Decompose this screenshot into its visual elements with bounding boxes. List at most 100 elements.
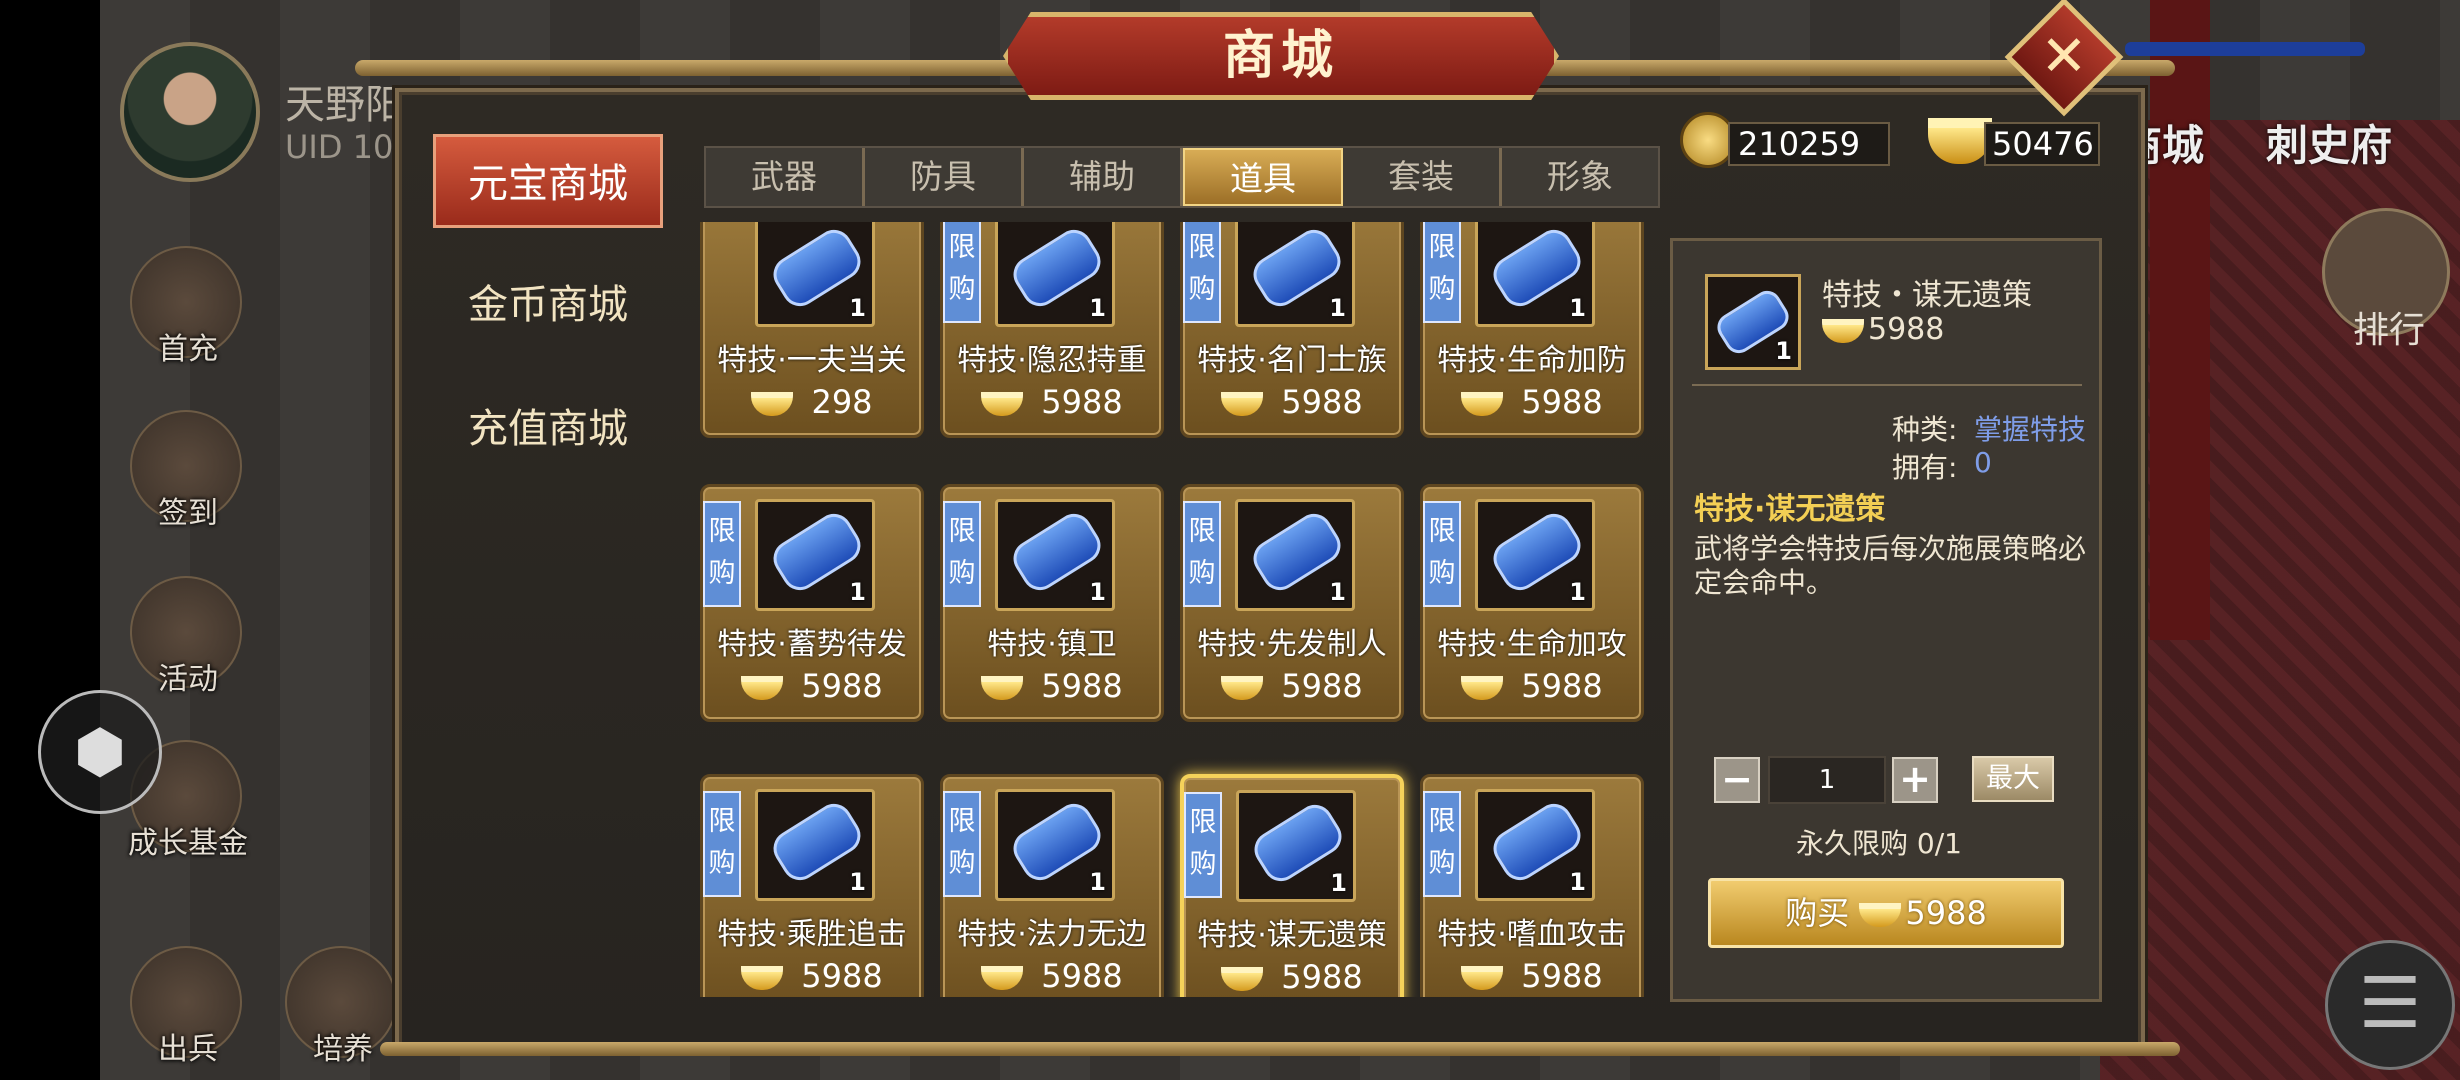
- ranking-label: 排行: [2352, 310, 2425, 351]
- first-charge-button[interactable]: 首充: [130, 246, 242, 367]
- detail-item-image: 1: [1705, 274, 1801, 370]
- item-qty: 1: [1329, 294, 1346, 322]
- dispatch-button[interactable]: 出兵: [130, 946, 242, 1067]
- item-card[interactable]: 1 限购特技·名门士族 5988: [1180, 222, 1404, 438]
- limited-tag: 限购: [1423, 501, 1461, 607]
- decrease-button[interactable]: −: [1714, 757, 1760, 803]
- item-price-value: 5988: [1521, 957, 1603, 995]
- quantity-input[interactable]: 1: [1768, 756, 1886, 804]
- dialog-title: 商城: [1222, 26, 1339, 86]
- event-button[interactable]: 活动: [130, 576, 242, 697]
- tab-sets[interactable]: 套装: [1343, 148, 1502, 206]
- item-card[interactable]: 1 限购特技·乘胜追击 5988: [700, 774, 924, 997]
- game-screen: { "player": {"name": "天野阳", "uid": "UID …: [0, 0, 2460, 1080]
- limited-tag: 限购: [943, 501, 981, 607]
- item-price: 5988: [1183, 667, 1401, 705]
- menu-icon[interactable]: ☰: [2325, 940, 2455, 1070]
- black-bar: [0, 0, 100, 1080]
- ingot-balance: 50476: [1984, 122, 2100, 166]
- train-button[interactable]: 培养: [285, 946, 397, 1067]
- item-card[interactable]: 1 限购特技·先发制人 5988: [1180, 484, 1404, 722]
- item-price: 5988: [703, 957, 921, 995]
- item-price-value: 5988: [1521, 383, 1603, 421]
- item-price-value: 5988: [801, 957, 883, 995]
- item-image: 1: [1236, 790, 1356, 902]
- governor-link[interactable]: 刺史府: [2266, 112, 2392, 173]
- max-button[interactable]: 最大: [1972, 756, 2054, 802]
- buy-button[interactable]: 购买 5988: [1708, 878, 2064, 948]
- item-qty: 1: [1569, 868, 1586, 896]
- skill-description: 武将学会特技后每次施展策略必定会命中。: [1694, 532, 2087, 599]
- tab-weapons[interactable]: 武器: [706, 148, 865, 206]
- item-price-value: 5988: [1281, 958, 1363, 996]
- ranking-button[interactable]: 排行: [2322, 208, 2450, 351]
- item-card[interactable]: 1 限购特技·法力无边 5988: [940, 774, 1164, 997]
- ingot-icon: [1221, 676, 1264, 700]
- item-qty: 1: [1089, 294, 1106, 322]
- sign-in-button[interactable]: 签到: [130, 410, 242, 531]
- item-name: 特技·先发制人: [1197, 627, 1387, 662]
- player-avatar[interactable]: [120, 42, 260, 182]
- item-image: 1: [1475, 499, 1595, 611]
- detail-qty: 1: [1775, 337, 1792, 365]
- item-qty: 1: [1569, 294, 1586, 322]
- coin-balance: 210259: [1728, 122, 1890, 166]
- ingot-icon: [981, 392, 1024, 416]
- ingot-icon: [741, 966, 784, 990]
- sign-in-label: 签到: [158, 496, 218, 531]
- category-ingot-shop[interactable]: 元宝商城: [433, 134, 663, 228]
- ingot-icon: [1461, 966, 1504, 990]
- item-card[interactable]: 1 限购特技·镇卫 5988: [940, 484, 1164, 722]
- detail-price-value: 5988: [1868, 312, 1945, 347]
- item-card[interactable]: 1 限购特技·谋无遗策 5988: [1180, 774, 1404, 997]
- item-price-value: 5988: [1041, 383, 1123, 421]
- buy-price: 5988: [1905, 894, 1987, 932]
- item-card[interactable]: 1 限购特技·蓄势待发 5988: [700, 484, 924, 722]
- buy-label: 购买: [1785, 894, 1850, 932]
- item-image: 1: [755, 499, 875, 611]
- item-name: 特技·隐忍持重: [957, 343, 1147, 378]
- owned-label: 拥有:: [1892, 451, 1958, 484]
- ingot-icon: [751, 392, 794, 416]
- growth-fund-label: 成长基金: [128, 826, 248, 861]
- tab-items[interactable]: 道具: [1183, 148, 1343, 206]
- skill-title: 特技·谋无遗策: [1694, 492, 1886, 527]
- item-card[interactable]: 1 限购特技·嗜血攻击 5988: [1420, 774, 1644, 997]
- item-card[interactable]: 1 限购特技·生命加攻 5988: [1420, 484, 1644, 722]
- item-image: 1: [1235, 499, 1355, 611]
- item-price: 298: [703, 383, 921, 421]
- item-price: 5988: [703, 667, 921, 705]
- item-card[interactable]: 1 限购特技·生命加防 5988: [1420, 222, 1644, 438]
- item-qty: 1: [1329, 578, 1346, 606]
- tab-auxiliary[interactable]: 辅助: [1024, 148, 1183, 206]
- item-name: 特技·嗜血攻击: [1437, 917, 1627, 952]
- limited-tag: 限购: [1184, 792, 1222, 898]
- close-icon[interactable]: ✕: [2022, 15, 2106, 99]
- item-price: 5988: [1184, 958, 1400, 996]
- item-card[interactable]: 1 限购特技·隐忍持重 5988: [940, 222, 1164, 438]
- item-price: 5988: [1423, 667, 1641, 705]
- category-gold-shop[interactable]: 金币商城: [433, 258, 663, 352]
- ingot-icon: [741, 676, 784, 700]
- item-price: 5988: [943, 957, 1161, 995]
- type-value: 掌握特技: [1974, 413, 2087, 446]
- ingot-icon: [1221, 967, 1264, 991]
- owned-value: 0: [1974, 446, 1992, 479]
- increase-button[interactable]: +: [1892, 757, 1938, 803]
- tab-appearance[interactable]: 形象: [1502, 148, 1658, 206]
- ingot-icon: [1461, 676, 1504, 700]
- category-recharge-shop[interactable]: 充值商城: [433, 382, 663, 476]
- item-price-value: 5988: [1041, 667, 1123, 705]
- dialog-bottom-frame: [380, 1042, 2180, 1056]
- dispatch-label: 出兵: [158, 1032, 218, 1067]
- cube-menu-icon[interactable]: ⬢: [38, 690, 162, 814]
- item-name: 特技·蓄势待发: [717, 627, 907, 662]
- ingot-icon: [1859, 903, 1902, 927]
- limited-tag: 限购: [943, 791, 981, 897]
- tab-armor[interactable]: 防具: [865, 148, 1024, 206]
- item-card[interactable]: 1 特技·一夫当关 298: [700, 222, 924, 438]
- item-qty: 1: [1330, 869, 1347, 897]
- ingot-icon: [1822, 318, 1864, 343]
- limited-tag: 限购: [703, 791, 741, 897]
- item-qty: 1: [1089, 578, 1106, 606]
